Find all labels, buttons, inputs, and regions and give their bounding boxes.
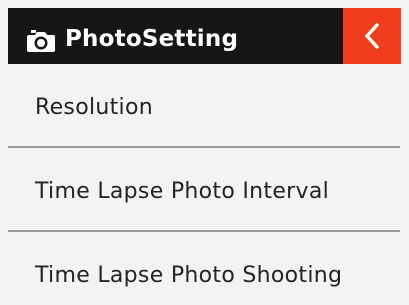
header-bar: PhotoSetting <box>8 8 400 64</box>
photo-setting-screen: PhotoSetting Resolution Time Lapse Photo… <box>0 0 409 305</box>
camera-icon <box>27 30 55 52</box>
menu-item-resolution[interactable]: Resolution <box>8 64 400 146</box>
menu-item-time-lapse-photo-interval[interactable]: Time Lapse Photo Interval <box>8 148 400 230</box>
chevron-left-icon <box>365 23 379 49</box>
menu-item-label: Resolution <box>35 95 153 120</box>
page-title: PhotoSetting <box>65 26 239 52</box>
settings-menu: Resolution Time Lapse Photo Interval Tim… <box>8 64 400 305</box>
menu-item-time-lapse-photo-shooting[interactable]: Time Lapse Photo Shooting <box>8 232 400 305</box>
menu-item-label: Time Lapse Photo Shooting <box>35 263 343 288</box>
back-button[interactable] <box>343 8 401 64</box>
menu-item-label: Time Lapse Photo Interval <box>35 179 330 204</box>
